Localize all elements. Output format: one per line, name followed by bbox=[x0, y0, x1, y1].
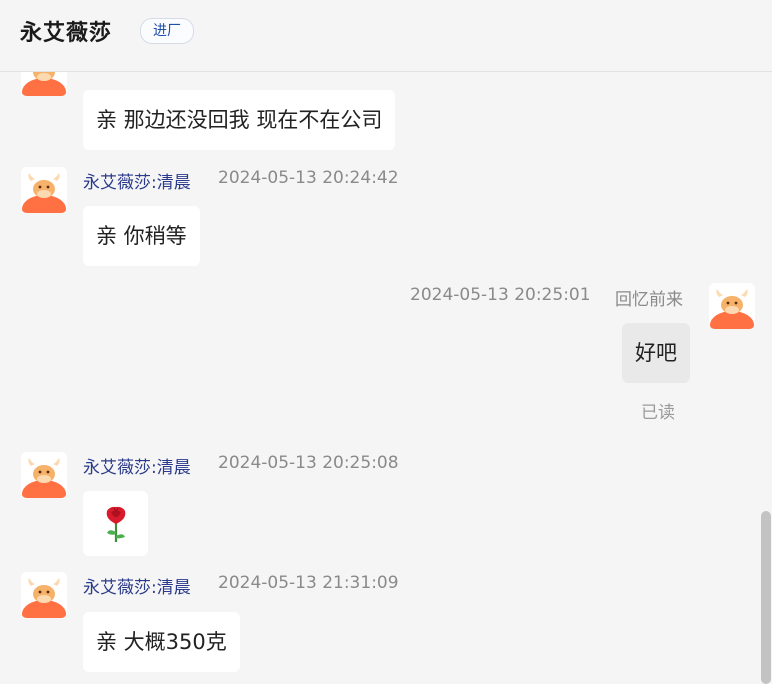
sender-name[interactable]: 回忆前来 bbox=[615, 285, 683, 310]
cow-avatar-icon bbox=[21, 572, 67, 618]
avatar[interactable] bbox=[21, 72, 67, 96]
sender-name[interactable]: 永艾薇莎:清晨 bbox=[83, 168, 191, 193]
sender-name[interactable]: 永艾薇莎:清晨 bbox=[83, 573, 191, 598]
message-bubble[interactable]: 亲 大概350克 bbox=[83, 612, 240, 672]
message-bubble[interactable] bbox=[83, 491, 148, 556]
avatar[interactable] bbox=[709, 283, 755, 329]
chat-header: 永艾薇莎 进厂 bbox=[0, 0, 772, 72]
status-tag[interactable]: 进厂 bbox=[140, 18, 194, 44]
message-bubble[interactable]: 亲 那边还没回我 现在不在公司 bbox=[83, 90, 396, 150]
avatar[interactable] bbox=[21, 572, 67, 618]
cow-avatar-icon bbox=[21, 452, 67, 498]
rose-icon bbox=[106, 506, 126, 542]
message-bubble[interactable]: 好吧 bbox=[622, 323, 690, 383]
message-timestamp: 2024-05-13 20:25:08 bbox=[218, 453, 399, 473]
chat-title: 永艾薇莎 bbox=[20, 21, 113, 46]
avatar[interactable] bbox=[21, 167, 67, 213]
message-timestamp: 2024-05-13 21:31:09 bbox=[218, 573, 399, 593]
cow-avatar-icon bbox=[709, 283, 755, 329]
sender-name[interactable]: 永艾薇莎:清晨 bbox=[83, 453, 191, 478]
cow-avatar-icon bbox=[21, 167, 67, 213]
message-bubble[interactable]: 亲 你稍等 bbox=[83, 206, 200, 266]
scrollbar-thumb[interactable] bbox=[761, 511, 771, 684]
cow-avatar-icon bbox=[21, 72, 67, 96]
message-timestamp: 2024-05-13 20:24:42 bbox=[218, 168, 399, 188]
read-status: 已读 bbox=[641, 403, 675, 423]
avatar[interactable] bbox=[21, 452, 67, 498]
message-timestamp: 2024-05-13 20:25:01 bbox=[410, 285, 591, 305]
message-list[interactable]: 亲 那边还没回我 现在不在公司 永艾薇莎:清晨 2024-05-13 20:24… bbox=[0, 72, 772, 684]
